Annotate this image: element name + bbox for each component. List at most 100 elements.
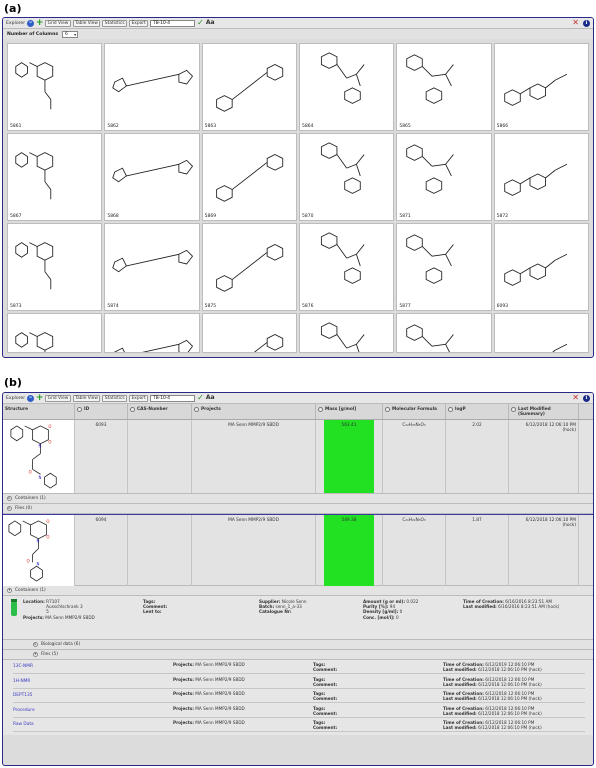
header-logp[interactable]: logP [446,404,509,419]
font-size-icon[interactable]: Aa [206,395,215,401]
structure-cell[interactable]: 5865 [396,43,492,131]
structure-image [551,343,567,352]
header-structure[interactable]: Structure [3,404,75,419]
structure-cell[interactable] [201,313,297,353]
structure-cell[interactable] [396,313,492,353]
files-toggle[interactable]: ▸ Files (0) [3,504,593,514]
structure-image [503,253,567,286]
logp-cell: 2.02 [446,420,509,493]
sort-icon[interactable] [385,407,390,412]
sort-icon[interactable] [511,407,516,412]
structure-cell[interactable]: 5869 [201,133,297,221]
compound-id: 6093 [496,304,509,309]
plus-icon[interactable]: + [36,18,44,27]
grid-view-button[interactable]: Grid View [45,19,71,27]
header-formula-label: Molecular Formula [392,407,437,412]
search-input[interactable]: TB-10-4 [150,394,196,402]
sort-icon[interactable] [448,407,453,412]
structure-cell[interactable]: 5875 [201,223,297,311]
biological-data-toggle[interactable]: ▸ Biological data (6) [3,640,593,650]
file-row[interactable]: 1H-NMR Projects: MA Senn MMP2/9 SBDD Tags:… [13,676,585,689]
sort-icon[interactable] [130,407,135,412]
structure-image [503,73,567,106]
expand-icon[interactable]: ▸ [33,642,38,647]
logp-cell: 1.87 [446,515,509,586]
structure-cell[interactable]: 5864 [299,43,395,131]
info-icon[interactable]: i [583,19,590,27]
header-logp-label: logP [455,407,466,412]
compound-id: 5870 [302,214,314,219]
info-icon[interactable]: i [583,394,590,402]
svg-text:O: O [29,469,32,474]
structure-cell[interactable] [104,313,200,353]
table-view-button[interactable]: Table View [72,394,101,402]
check-icon[interactable]: ✓ [197,394,204,402]
structure-cell[interactable]: 5862 [104,43,200,131]
structure-cell[interactable]: 5867 [7,133,103,221]
file-link[interactable]: Raw Data [13,722,34,727]
modified-cell: 6/12/2018 12:06:10 PM (hock) [509,515,579,586]
location-label: Location: [23,599,45,604]
table-row[interactable]: O O N O N 6093 MA Senn MMP2/9 SBDD 563.4… [3,420,593,494]
columns-select[interactable]: 6 [62,30,79,38]
sort-icon[interactable] [318,407,323,412]
file-modified-label: Last modified: [443,725,477,730]
containers-toggle[interactable]: ▸ Containers (1) [3,494,593,504]
minus-icon[interactable]: – [27,394,35,402]
collapse-icon[interactable]: ▾ [33,652,38,657]
statistics-button[interactable]: Statistics [102,19,128,27]
table-view-button[interactable]: Table View [72,19,101,27]
table-row[interactable]: O O N O N 6094 MA Senn MMP2/9 SBDD 549.3… [3,514,593,586]
file-row[interactable]: Raw Data Projects: MA Senn MMP2/9 SBDD Tag… [13,719,585,732]
structure-cell[interactable] [493,313,589,353]
structure-cell[interactable]: 5868 [104,133,200,221]
files-toggle[interactable]: ▾ Files (5) [3,650,593,660]
header-modified[interactable]: Last Modified (Summary) [509,404,579,419]
sort-icon[interactable] [77,407,82,412]
structure-cell[interactable]: 5874 [104,223,200,311]
file-link[interactable]: 13C-NMR [13,664,33,669]
header-formula[interactable]: Molecular Formula [383,404,446,419]
file-row[interactable]: 13C-NMR Projects: MA Senn MMP2/9 SBDD Tags… [13,661,585,674]
header-projects-label: Projects [201,407,221,412]
file-projects-label: Projects: [173,705,194,711]
close-icon[interactable]: ✕ [572,394,579,402]
structure-cell[interactable] [7,313,103,353]
header-mass[interactable]: Mass [g/mol] [316,404,383,419]
structure-cell[interactable]: 5873 [7,223,103,311]
structure-cell[interactable]: 5870 [299,133,395,221]
structure-cell[interactable]: 5876 [299,223,395,311]
sort-icon[interactable] [194,407,199,412]
structure-cell[interactable] [299,313,395,353]
expand-icon[interactable]: ▸ [7,506,12,511]
export-button[interactable]: Export [129,19,149,27]
header-cas[interactable]: CAS-Number [128,404,192,419]
structure-cell[interactable]: 5872 [493,133,589,221]
structure-cell[interactable]: 5877 [396,223,492,311]
close-icon[interactable]: ✕ [572,19,579,27]
grid-view-button[interactable]: Grid View [45,394,71,402]
file-link[interactable]: 1H-NMR [13,679,30,684]
file-row[interactable]: DEPT135 Projects: MA Senn MMP2/9 SBDD Tags… [13,690,585,703]
minus-icon[interactable]: – [27,19,35,27]
plus-icon[interactable]: + [36,393,44,402]
file-link[interactable]: DEPT135 [13,693,32,698]
statistics-button[interactable]: Statistics [102,394,128,402]
file-row[interactable]: Procedure Projects: MA Senn MMP2/9 SBDD Ta… [13,705,585,718]
structure-cell[interactable]: 6093 [493,223,589,311]
structure-cell[interactable]: 5863 [201,43,297,131]
check-icon[interactable]: ✓ [197,19,204,27]
font-size-icon[interactable]: Aa [206,20,215,26]
structure-cell[interactable]: 5866 [493,43,589,131]
structure-cell: O O N O N [3,420,75,493]
export-button[interactable]: Export [129,394,149,402]
file-link[interactable]: Procedure [13,708,35,713]
expand-icon[interactable]: ▸ [7,496,12,501]
collapse-icon[interactable]: ▾ [7,588,12,593]
structure-cell[interactable]: 5871 [396,133,492,221]
structure-cell[interactable]: 5861 [7,43,103,131]
containers-toggle[interactable]: ▾ Containers (1) [3,586,593,596]
search-input[interactable]: TB-10-4 [150,19,196,27]
header-id[interactable]: ID [75,404,128,419]
header-projects[interactable]: Projects [192,404,316,419]
